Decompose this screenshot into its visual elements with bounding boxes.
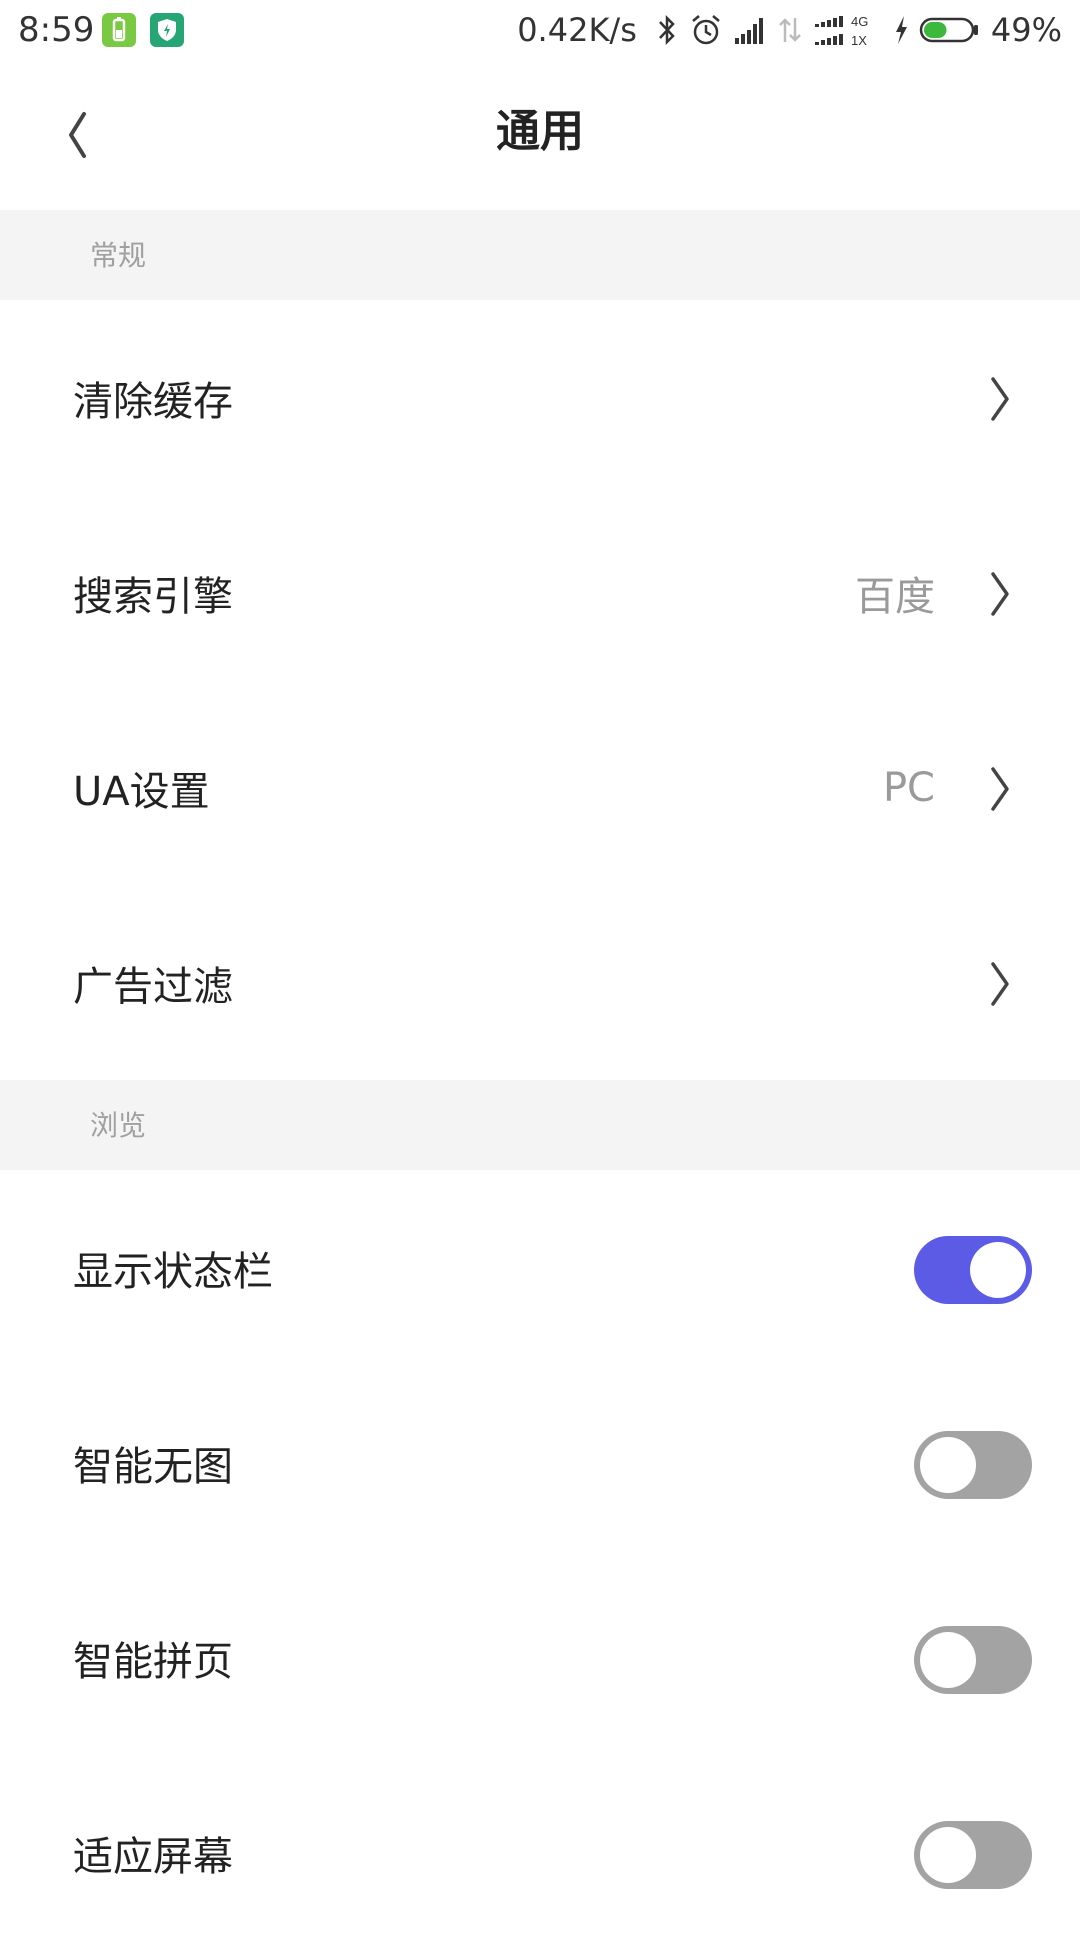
chevron-right-icon [991,377,1009,421]
row-ad-filter[interactable]: 广告过滤 [0,885,1080,1080]
row-label: UA设置 [73,768,210,815]
toggle-knob [920,1827,976,1883]
signal-4g-icon: 4G 1X [813,10,883,50]
row-value: 百度 [855,573,935,620]
toggle-knob [920,1632,976,1688]
row-clear-cache[interactable]: 清除缓存 [0,300,1080,495]
row-search-engine[interactable]: 搜索引擎 百度 [0,495,1080,690]
toggle-knob [920,1437,976,1493]
row-label: 适应屏幕 [73,1833,233,1880]
row-label: 智能无图 [73,1443,233,1490]
network-type-top: 4G [851,14,868,29]
row-label: 显示状态栏 [73,1248,273,1295]
row-show-status-bar: 显示状态栏 [0,1170,1080,1365]
network-type-bottom: 1X [851,33,867,48]
row-smart-page-join: 智能拼页 [0,1560,1080,1755]
signal-icon [733,12,767,48]
row-smart-no-image: 智能无图 [0,1365,1080,1560]
section-header-browse: 浏览 [0,1080,1080,1170]
row-label: 搜索引擎 [73,573,233,620]
data-arrows-icon [777,12,803,48]
status-bar: 8:59 0.42K/s 4G 1X 49% [0,0,1080,62]
toggle-fit-screen[interactable] [914,1821,1032,1889]
section-title-general: 常规 [90,239,147,272]
row-label: 广告过滤 [73,963,233,1010]
section-header-general: 常规 [0,210,1080,300]
page-title: 通用 [496,106,584,157]
chevron-right-icon [991,572,1009,616]
battery-app-icon [102,13,136,47]
shield-app-icon [150,13,184,47]
app-header: 通用 [0,62,1080,210]
battery-icon [919,12,981,48]
status-right-group: 0.42K/s 4G 1X 49% [517,8,1062,52]
section-title-browse: 浏览 [90,1109,147,1142]
row-label: 智能拼页 [73,1638,233,1685]
toggle-knob [970,1242,1026,1298]
row-ua-settings[interactable]: UA设置 PC [0,690,1080,885]
battery-fill [923,22,947,38]
toggle-show-status-bar[interactable] [914,1236,1032,1304]
charging-icon [893,12,909,48]
bluetooth-icon [655,12,679,48]
row-label: 清除缓存 [73,378,233,425]
chevron-right-icon [991,962,1009,1006]
status-time: 8:59 [18,10,95,50]
row-fit-screen: 适应屏幕 [0,1755,1080,1950]
battery-percent: 49% [990,11,1062,49]
alarm-icon [689,12,723,48]
net-speed: 0.42K/s [517,11,637,49]
chevron-right-icon [991,767,1009,811]
row-value: PC [882,764,935,811]
toggle-smart-no-image[interactable] [914,1431,1032,1499]
toggle-smart-page-join[interactable] [914,1626,1032,1694]
